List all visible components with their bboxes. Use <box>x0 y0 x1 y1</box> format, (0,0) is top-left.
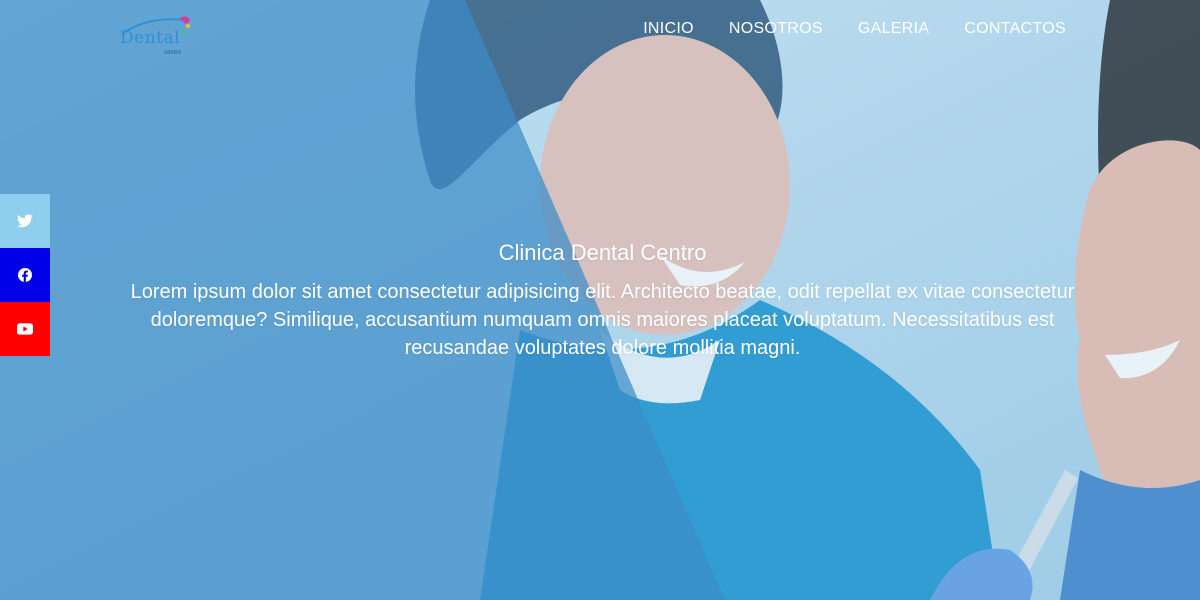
nav-item-galeria[interactable]: GALERIA <box>858 20 929 38</box>
youtube-icon <box>17 323 33 335</box>
logo[interactable]: Dental centro <box>118 12 198 58</box>
youtube-button[interactable] <box>0 302 50 356</box>
facebook-icon <box>18 268 32 282</box>
facebook-button[interactable] <box>0 248 50 302</box>
hero-description: Lorem ipsum dolor sit amet consectetur a… <box>130 281 1075 359</box>
hero-title: Clinica Dental Centro <box>498 240 707 265</box>
social-bar <box>0 194 50 356</box>
hero-content: Clinica Dental Centro Lorem ipsum dolor … <box>115 240 1090 362</box>
nav-item-contactos[interactable]: CONTACTOS <box>964 20 1066 38</box>
main-nav: INICIO NOSOTROS GALERIA CONTACTOS <box>608 0 1200 58</box>
nav-item-inicio[interactable]: INICIO <box>643 20 694 38</box>
logo-text: Dental <box>120 28 181 48</box>
logo-subtext: centro <box>164 50 181 56</box>
twitter-button[interactable] <box>0 194 50 248</box>
nav-item-nosotros[interactable]: NOSOTROS <box>729 20 823 38</box>
twitter-icon <box>17 214 33 228</box>
